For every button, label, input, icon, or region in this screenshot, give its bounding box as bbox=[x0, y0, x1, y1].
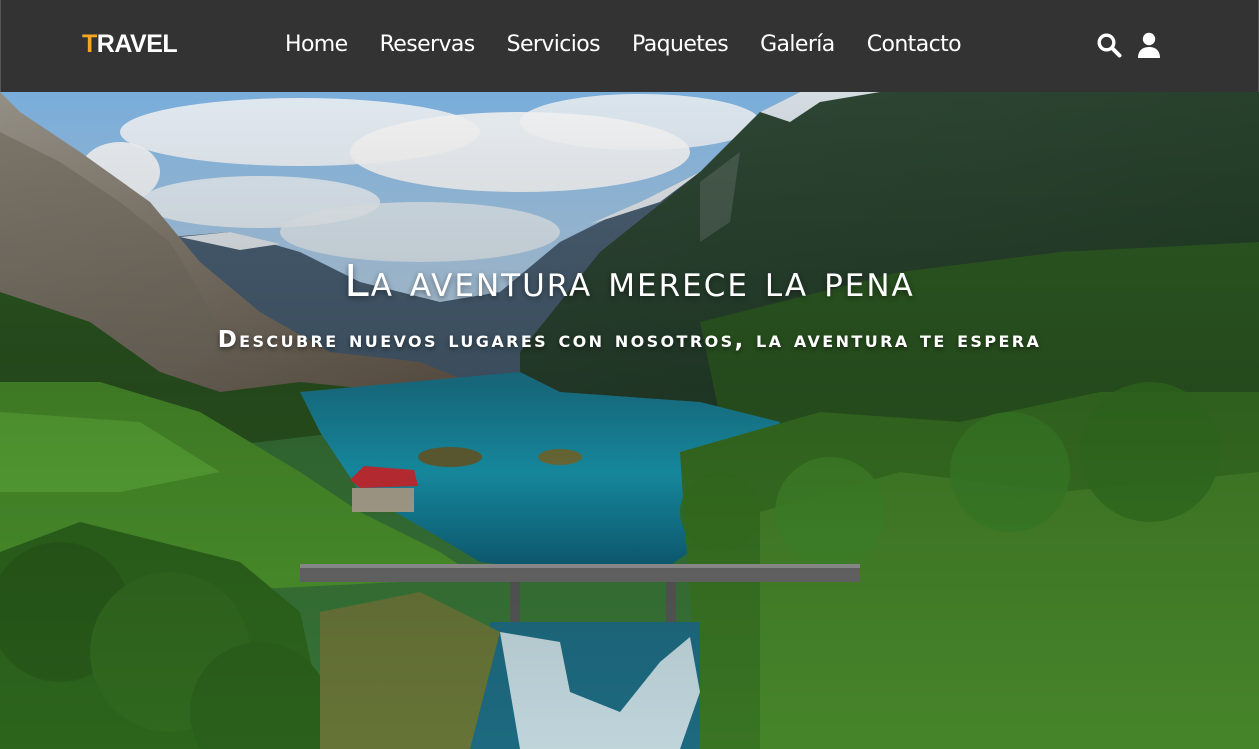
logo-accent-letter: T bbox=[82, 30, 97, 58]
main-nav: Home Reservas Servicios Paquetes Galería… bbox=[285, 29, 962, 61]
site-header: TRAVEL Home Reservas Servicios Paquetes … bbox=[0, 0, 1259, 92]
logo-text: RAVEL bbox=[96, 30, 178, 58]
search-button[interactable] bbox=[1095, 30, 1123, 60]
nav-contacto[interactable]: Contacto bbox=[867, 29, 962, 61]
hero-background-image bbox=[0, 92, 1259, 749]
nav-reservas[interactable]: Reservas bbox=[380, 29, 476, 61]
hero-title: La aventura merece la pena bbox=[344, 256, 915, 307]
nav-home[interactable]: Home bbox=[285, 29, 348, 61]
search-icon bbox=[1097, 33, 1122, 58]
hero-banner: La aventura merece la pena Descubre nuev… bbox=[0, 92, 1259, 749]
hero-subtitle: Descubre nuevos lugares con nosotros, la… bbox=[217, 327, 1042, 353]
brand-logo[interactable]: TRAVEL bbox=[82, 29, 178, 59]
header-actions bbox=[1095, 30, 1163, 60]
user-icon bbox=[1138, 32, 1160, 58]
nav-paquetes[interactable]: Paquetes bbox=[632, 29, 729, 61]
user-button[interactable] bbox=[1135, 30, 1163, 60]
nav-galeria[interactable]: Galería bbox=[760, 29, 835, 61]
nav-servicios[interactable]: Servicios bbox=[507, 29, 601, 61]
